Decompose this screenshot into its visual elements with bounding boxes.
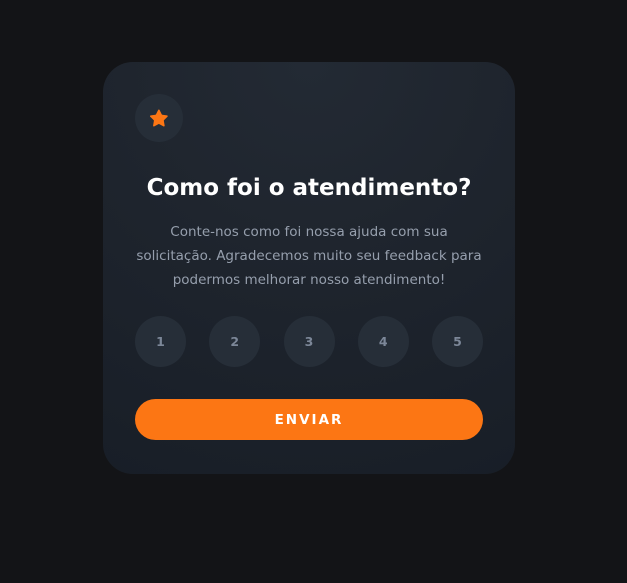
card-description: Conte-nos como foi nossa ajuda com sua s… <box>136 224 482 288</box>
rating-options: 1 2 3 4 5 <box>135 316 483 367</box>
submit-button[interactable]: ENVIAR <box>135 399 483 440</box>
rating-option-1[interactable]: 1 <box>135 316 186 367</box>
rating-option-4[interactable]: 4 <box>357 316 409 367</box>
rating-option-3[interactable]: 3 <box>283 316 335 367</box>
star-icon <box>150 109 168 127</box>
star-badge <box>135 94 183 142</box>
card-title: Como foi o atendimento? <box>146 175 472 201</box>
rating-option-5[interactable]: 5 <box>432 316 483 367</box>
rating-card: Como foi o atendimento? Conte-nos como f… <box>103 62 515 474</box>
rating-option-2[interactable]: 2 <box>209 316 261 367</box>
